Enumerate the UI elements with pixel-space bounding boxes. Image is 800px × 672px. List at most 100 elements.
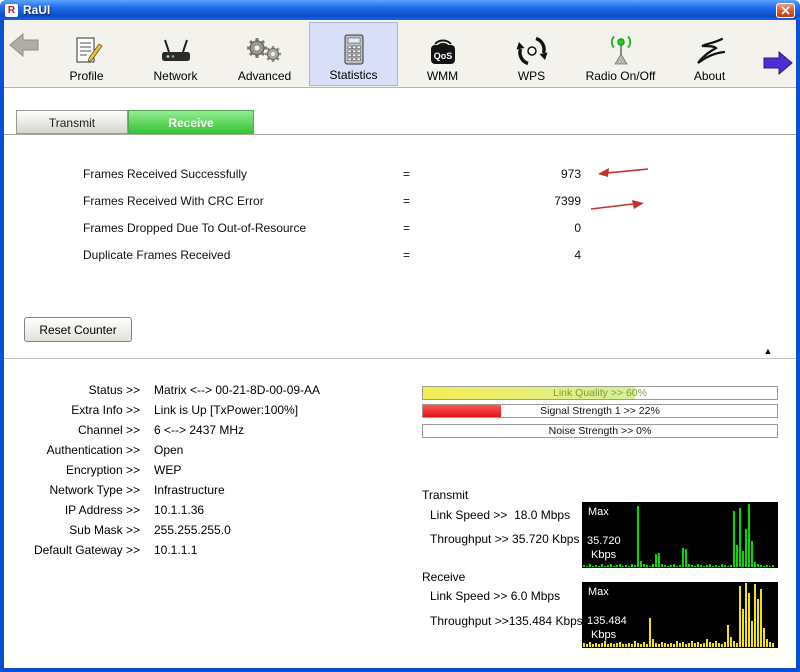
- receive-throughput: Throughput >>135.484 Kbps: [430, 614, 583, 628]
- back-button[interactable]: [8, 32, 40, 63]
- annotation-arrow-right: [590, 200, 644, 210]
- advanced-gears-icon: [245, 30, 285, 68]
- tab-receive[interactable]: Receive: [128, 110, 254, 134]
- toolbar-buttons: Profile Network Advanced Statistics QoS …: [42, 22, 754, 86]
- chart-bar: [586, 565, 588, 567]
- chart-bar: [601, 643, 603, 647]
- status-label: Encryption >>: [65, 463, 140, 477]
- chart-bar: [757, 599, 759, 647]
- toolbar-button-network[interactable]: Network: [131, 22, 220, 86]
- chart-bar: [769, 565, 771, 567]
- radio-antenna-icon: [606, 30, 636, 68]
- toolbar-label-wps: WPS: [517, 69, 546, 83]
- chart-bar: [601, 563, 603, 567]
- transmit-section-label: Transmit: [422, 488, 469, 502]
- chart-bar: [667, 565, 669, 567]
- chart-bar: [649, 618, 651, 647]
- status-value: 6 <--> 2437 MHz: [154, 423, 245, 437]
- close-icon: [781, 5, 790, 15]
- back-arrow-icon: [9, 32, 39, 58]
- chart-bar: [718, 642, 720, 647]
- chart-bar: [709, 564, 711, 567]
- status-label: Network Type >>: [49, 483, 141, 497]
- transmit-chart: Max 35.720 Kbps: [582, 502, 778, 568]
- chart-bar: [607, 565, 609, 567]
- chart-bar: [694, 565, 696, 567]
- stat-row-frames-received: Frames Received Successfully = 973: [0, 167, 800, 185]
- raui-window: R RaUI Profile Network Advanced Statisti…: [0, 0, 800, 672]
- toolbar-button-statistics[interactable]: Statistics: [309, 22, 398, 86]
- chart-bar: [637, 643, 639, 647]
- noise-strength-text: Noise Strength >> 0%: [548, 425, 652, 437]
- chart-bar: [745, 528, 747, 567]
- wps-icon: [515, 30, 549, 68]
- chart-bar: [610, 642, 612, 647]
- chart-bar: [730, 637, 732, 647]
- chart-bar: [643, 641, 645, 647]
- chart-bar: [583, 643, 585, 647]
- chart-bar: [769, 641, 771, 647]
- chart-bar: [739, 586, 741, 647]
- chart-bar: [676, 641, 678, 647]
- toolbar-button-wps[interactable]: WPS: [487, 22, 576, 86]
- chart-bar: [739, 508, 741, 567]
- chart-bar: [628, 565, 630, 567]
- tab-bar: Transmit Receive: [4, 110, 796, 135]
- chart-bar: [760, 565, 762, 567]
- profile-icon: [69, 30, 105, 68]
- chart-bar: [712, 565, 714, 567]
- stat-label: Frames Dropped Due To Out-of-Resource: [83, 221, 307, 235]
- collapse-panel-button[interactable]: ▲: [742, 345, 794, 358]
- close-button[interactable]: [776, 2, 795, 18]
- about-signature-icon: [693, 30, 727, 68]
- chart-bar: [688, 564, 690, 567]
- chart-bar: [679, 565, 681, 567]
- stat-label: Duplicate Frames Received: [83, 248, 231, 262]
- rx-chart-max-unit: Kbps: [591, 629, 617, 641]
- reset-counter-button[interactable]: Reset Counter: [24, 317, 132, 342]
- chart-bar: [619, 563, 621, 567]
- tab-transmit[interactable]: Transmit: [16, 110, 128, 134]
- chart-bar: [634, 565, 636, 567]
- status-value: 10.1.1.1: [154, 543, 198, 557]
- chart-bar: [757, 564, 759, 567]
- chart-bar: [688, 642, 690, 647]
- status-value: WEP: [154, 463, 182, 477]
- chart-bar: [763, 565, 765, 567]
- toolbar-button-about[interactable]: About: [665, 22, 754, 86]
- toolbar-label-about: About: [693, 69, 726, 83]
- stat-equals: =: [403, 167, 411, 181]
- status-value: 10.1.1.36: [154, 503, 205, 517]
- titlebar[interactable]: R RaUI: [0, 0, 800, 20]
- status-label: Sub Mask >>: [69, 523, 140, 537]
- app-icon: R: [5, 3, 18, 17]
- chart-bar: [745, 583, 747, 647]
- stat-value: 973: [560, 167, 581, 181]
- stat-row-dropped: Frames Dropped Due To Out-of-Resource = …: [0, 221, 800, 239]
- tx-chart-max-label: Max: [588, 506, 609, 518]
- svg-text:QoS: QoS: [433, 51, 452, 61]
- chart-bar: [772, 643, 774, 647]
- forward-button[interactable]: [762, 50, 794, 81]
- chart-bar: [595, 565, 597, 567]
- chart-bar: [616, 643, 618, 647]
- chart-bar: [700, 643, 702, 647]
- link-quality-text: Link Quality >> 60%: [553, 387, 647, 399]
- chart-bar: [715, 565, 717, 567]
- chart-bar: [733, 510, 735, 567]
- chart-bar: [751, 621, 753, 647]
- toolbar-label-statistics: Statistics: [329, 68, 378, 82]
- chart-bar: [697, 641, 699, 647]
- toolbar-label-profile: Profile: [69, 69, 104, 83]
- chart-bar: [622, 643, 624, 647]
- toolbar-button-advanced[interactable]: Advanced: [220, 22, 309, 86]
- toolbar-button-wmm[interactable]: QoS WMM: [398, 22, 487, 86]
- tx-chart-max-unit: Kbps: [591, 549, 617, 561]
- chart-bar: [652, 564, 654, 567]
- chart-bar: [718, 565, 720, 567]
- chart-bar: [625, 565, 627, 567]
- wmm-qos-icon: QoS: [425, 30, 461, 68]
- chart-bar: [721, 564, 723, 567]
- toolbar-button-profile[interactable]: Profile: [42, 22, 131, 86]
- toolbar-button-radio[interactable]: Radio On/Off: [576, 22, 665, 86]
